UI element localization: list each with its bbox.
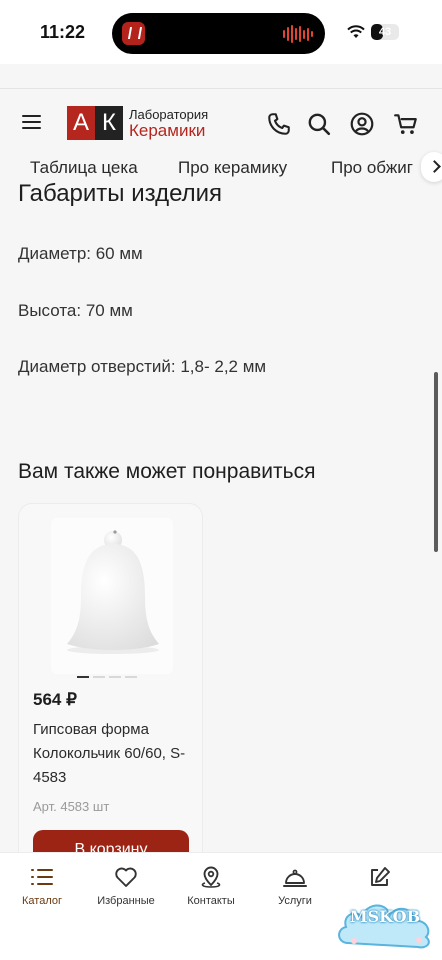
watermark-text: MSKOB <box>349 907 421 926</box>
wifi-icon <box>347 25 365 38</box>
category-link[interactable]: Таблица цека <box>30 158 138 178</box>
section-title: Габариты изделия <box>18 180 223 207</box>
list-icon <box>31 869 53 885</box>
edit-icon <box>371 867 390 886</box>
tab-blog[interactable] <box>340 865 420 889</box>
product-name[interactable]: Гипсовая форма Колокольчик 60/60, S-4583 <box>33 718 198 790</box>
service-bell-icon <box>283 869 307 887</box>
search-icon[interactable] <box>306 111 332 137</box>
logo-text-line1: Лаборатория <box>129 106 209 122</box>
app-activity-icon <box>122 22 145 45</box>
logo-mark: А К <box>67 106 123 140</box>
logo-text-line2: Керамики <box>129 120 206 140</box>
tab-label: Каталог <box>22 895 62 907</box>
site-header: А К Лаборатория Керамики <box>0 89 442 159</box>
battery-icon: 43 <box>371 24 399 40</box>
tab-services[interactable]: Услуги <box>255 865 335 907</box>
account-icon[interactable] <box>349 111 375 137</box>
product-image[interactable] <box>51 518 173 674</box>
site-logo[interactable]: А К Лаборатория Керамики <box>67 106 208 140</box>
page: 11:22 43 А К Лаборатория Керамики Таблиц… <box>0 0 442 960</box>
battery-level: 43 <box>378 26 392 38</box>
status-bar: 11:22 43 <box>0 0 442 64</box>
chevron-right-icon[interactable] <box>421 152 442 182</box>
spec-diameter: Диаметр: 60 мм <box>18 244 143 263</box>
spec-hole-diameter: Диаметр отверстий: 1,8- 2,2 мм <box>18 357 267 376</box>
recommendations-title: Вам также может понравиться <box>18 460 316 483</box>
tab-favorites[interactable]: Избранные <box>86 865 166 907</box>
product-price: 564 ₽ <box>33 690 77 709</box>
phone-icon[interactable] <box>266 111 292 137</box>
tab-label: Услуги <box>278 895 312 907</box>
watermark-logo: MSKOB <box>334 887 436 951</box>
product-card[interactable]: 564 ₽ Гипсовая форма Колокольчик 60/60, … <box>18 503 203 883</box>
bell-mold-image <box>67 530 159 654</box>
spec-height: Высота: 70 мм <box>18 301 133 320</box>
image-pagination <box>77 676 137 678</box>
status-time: 11:22 <box>40 22 86 42</box>
tab-label: Контакты <box>187 895 235 907</box>
dynamic-island[interactable] <box>112 13 325 54</box>
tab-catalog[interactable]: Каталог <box>2 865 82 907</box>
cart-icon[interactable] <box>393 111 419 137</box>
audio-wave-icon <box>283 24 313 44</box>
tab-label: Избранные <box>97 895 155 907</box>
location-pin-icon <box>201 866 221 888</box>
category-link[interactable]: Про керамику <box>178 158 287 178</box>
scrollbar[interactable] <box>434 372 438 552</box>
heart-icon <box>115 867 137 887</box>
category-link[interactable]: Про обжиг <box>331 158 413 178</box>
hamburger-menu-icon[interactable] <box>22 115 41 129</box>
product-sku: Арт. 4583 шт <box>33 799 110 814</box>
tab-contacts[interactable]: Контакты <box>171 865 251 907</box>
